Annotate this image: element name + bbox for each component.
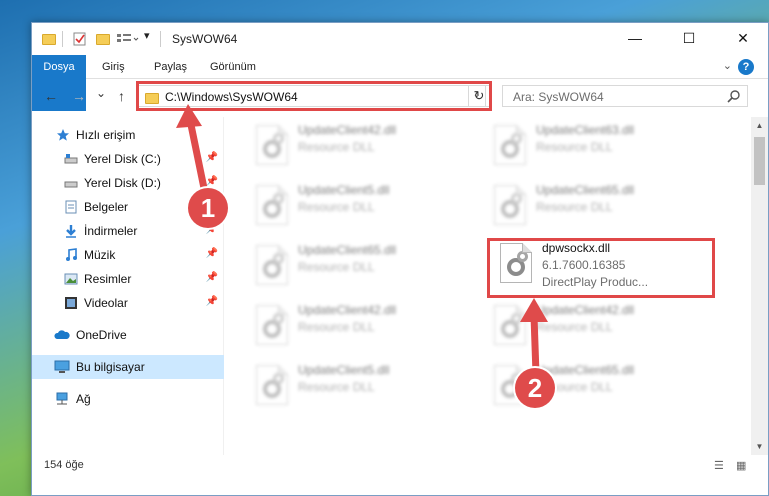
callout-step-1: 1 bbox=[188, 188, 228, 228]
annotation-arrows bbox=[176, 104, 548, 375]
callout-step-2: 2 bbox=[515, 368, 555, 408]
